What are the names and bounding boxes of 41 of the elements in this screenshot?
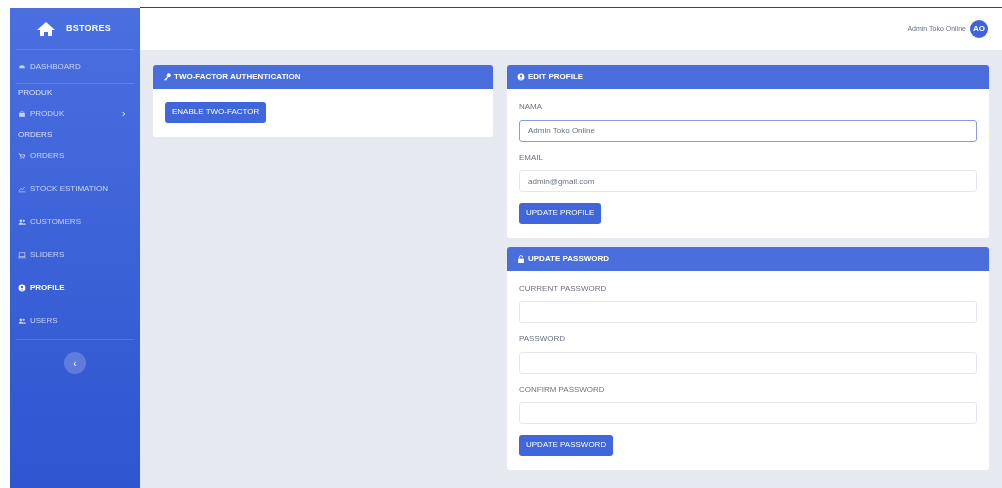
laptop-icon: [18, 250, 26, 259]
field-label: EMAIL: [519, 151, 544, 164]
field-label: CONFIRM PASSWORD: [519, 383, 606, 396]
sidebar-item[interactable]: SLIDERS: [16, 238, 134, 271]
cart-icon: [18, 151, 26, 160]
sidebar-heading: PRODUK: [17, 88, 54, 97]
submit-button[interactable]: ENABLE TWO-FACTOR: [165, 101, 267, 123]
input-field[interactable]: Admin Toko Online: [519, 119, 977, 142]
field-label: NAMA: [519, 101, 544, 113]
submit-button[interactable]: UPDATE PASSWORD: [519, 434, 614, 456]
sidebar-item[interactable]: PRODUK: [16, 97, 134, 130]
sidebar-item[interactable]: DASHBOARD: [16, 50, 134, 83]
sidebar-item[interactable]: CUSTOMERS: [16, 205, 134, 238]
user-avatar[interactable]: AO: [970, 20, 988, 38]
update-password-title: UPDATE PASSWORD: [528, 252, 610, 265]
input-field[interactable]: admin@gmail.com: [519, 170, 977, 192]
sidebar-item[interactable]: ORDERS: [16, 139, 134, 172]
input-field[interactable]: [519, 301, 977, 323]
users-icon: [18, 316, 26, 325]
input-field[interactable]: [519, 351, 977, 374]
lock-icon: [517, 254, 525, 263]
two-factor-title: TWO-FACTOR AUTHENTICATION: [174, 71, 301, 83]
gauge-icon: [18, 62, 26, 71]
user-icon: [18, 283, 26, 292]
submit-button[interactable]: UPDATE PROFILE: [519, 202, 602, 224]
line-chart-icon: [18, 184, 26, 193]
collapse-button[interactable]: ‹: [64, 352, 86, 374]
edit-profile-title: EDIT PROFILE: [528, 71, 584, 83]
sidebar-item[interactable]: STOCK ESTIMATION: [16, 172, 134, 205]
brand-name[interactable]: BSTORES: [66, 21, 111, 36]
bag-icon: [18, 109, 26, 118]
field-label: PASSWORD: [519, 333, 567, 345]
home-icon: [36, 20, 56, 37]
input-field[interactable]: [519, 402, 977, 424]
user-icon: [517, 73, 525, 81]
users-icon: [18, 217, 26, 226]
sidebar-item[interactable]: USERS: [16, 304, 134, 337]
sidebar-heading: ORDERS: [17, 130, 54, 139]
sidebar-item[interactable]: PROFILE: [16, 271, 134, 304]
key-icon: [163, 73, 171, 81]
field-label: CURRENT PASSWORD: [519, 282, 608, 295]
